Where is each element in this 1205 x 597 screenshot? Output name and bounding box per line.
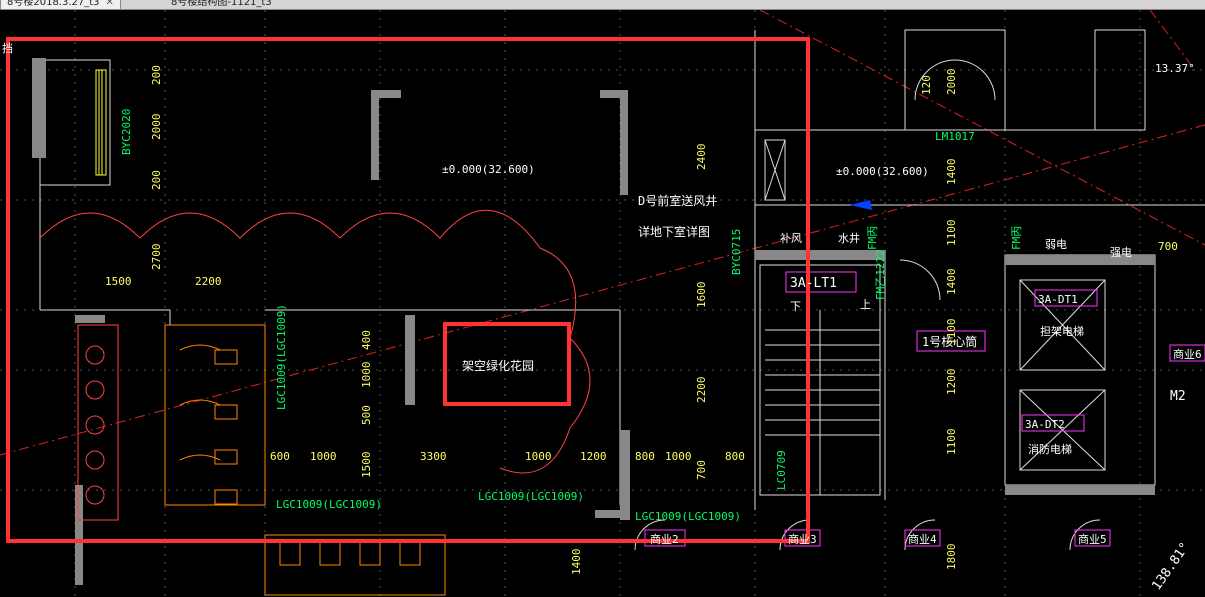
urinals	[77, 324, 119, 521]
dim-text: 800	[725, 450, 745, 463]
dim-text: 1100	[945, 319, 958, 346]
angle-label: 138.81°	[1149, 540, 1193, 593]
shop-label: 商业2	[650, 532, 679, 546]
door-tag: LM1017	[935, 130, 975, 143]
dim-text: 1000	[310, 450, 337, 463]
dim-text: 600	[270, 450, 290, 463]
room-label: 强电	[1110, 246, 1132, 259]
window-tag: LGC1009(LGC1009)	[276, 498, 382, 511]
close-icon[interactable]: ✕	[106, 0, 114, 8]
elevator-tag: 3A-DT1	[1038, 293, 1078, 306]
door-tag: M2	[1170, 389, 1186, 404]
dim-text: 1400	[570, 549, 583, 576]
dim-text: 1100	[945, 220, 958, 247]
dim-text: 400	[360, 330, 373, 350]
dim-text: 1600	[695, 282, 708, 309]
tab-label: 8号楼结构图-1121_t3	[171, 0, 272, 8]
elevator-tag: 3A-DT2	[1025, 418, 1065, 431]
tab-drawing-1[interactable]: 8号楼2018.3.27_t3 ✕	[0, 0, 121, 9]
dim-text: 700	[1158, 240, 1178, 253]
dim-text: 2200	[195, 275, 222, 288]
dim-text: 1000	[665, 450, 692, 463]
window-tag: BYC2020	[120, 109, 133, 155]
dim-text: 3300	[420, 450, 447, 463]
dimensions: 200 2000 200 2700 1500 2200 2400 1600 22…	[105, 65, 1178, 575]
dim-text: 2000	[945, 69, 958, 96]
elevation-label: ±0.000(32.600)	[836, 165, 929, 178]
dim-text: 2200	[695, 377, 708, 404]
tab-drawing-2[interactable]: 8号楼结构图-1121_t3	[165, 0, 278, 9]
room-label: 水井	[838, 231, 860, 245]
dim-text: 800	[635, 450, 655, 463]
dim-text: 1000	[525, 450, 552, 463]
angle-label: 13.37°	[1155, 62, 1195, 75]
garden-boundary	[39, 210, 591, 474]
window-tag: BYC0715	[730, 229, 743, 275]
dim-text: 1100	[945, 429, 958, 456]
dim-text: 500	[360, 405, 373, 425]
elevator-name: 担架电梯	[1040, 324, 1084, 338]
stair-tag: 3A-LT1	[790, 276, 837, 291]
fm-tag: FM丙	[866, 226, 879, 250]
note-label: D号前室送风井	[638, 193, 717, 208]
dim-text: 1200	[945, 369, 958, 396]
window-tag: LC0709	[775, 450, 788, 490]
shop-label: 商业4	[908, 532, 937, 546]
fixtures	[164, 324, 446, 596]
corner-label: 挡	[2, 41, 13, 55]
room-label: 弱电	[1045, 238, 1067, 251]
dim-text: 2400	[695, 144, 708, 171]
window-tag: LGC1009(LGC1009)	[478, 490, 584, 503]
cad-drawing-canvas[interactable]: 挡 ±0.000(32.600) ±0.000(32.600) D号前室送风井 …	[0, 10, 1205, 597]
fm-tag: FM丙	[1010, 226, 1023, 250]
tag-boxes	[644, 271, 1205, 547]
shop-label: 商业3	[788, 532, 817, 546]
window-tag: LGC1009(LGC1009)	[635, 510, 741, 523]
axis-lines	[0, 10, 1205, 456]
window-byc2020	[95, 69, 107, 176]
dim-text: 1000	[360, 362, 373, 389]
grid-lines	[0, 10, 1205, 597]
room-label: 补风	[780, 232, 802, 245]
shop-label: 商业5	[1078, 532, 1107, 546]
dim-text: 1400	[945, 269, 958, 296]
note-label: 详地下室详图	[638, 224, 710, 239]
tab-label: 8号楼2018.3.27_t3	[7, 0, 100, 8]
dim-text: 1200	[580, 450, 607, 463]
stair-up-label: 上	[860, 298, 871, 311]
dim-text: 200	[150, 170, 163, 190]
dim-text: 1400	[945, 159, 958, 186]
garden-label: 架空绿化花园	[462, 358, 534, 373]
shop-label: 商业6	[1173, 347, 1202, 361]
elevator-name: 消防电梯	[1028, 442, 1072, 456]
section-marker	[850, 200, 872, 210]
elevation-label: ±0.000(32.600)	[442, 163, 535, 176]
wall-blocks	[32, 58, 1155, 585]
dim-text: 200	[150, 65, 163, 85]
dim-text: 1500	[105, 275, 132, 288]
dim-text: 2700	[150, 244, 163, 271]
document-tab-bar: 8号楼2018.3.27_t3 ✕ 8号楼结构图-1121_t3	[0, 0, 1205, 10]
dim-text: 2000	[150, 114, 163, 141]
window-tag: LGC1009(LGC1009)	[275, 304, 288, 410]
stair-down-label: 下	[790, 300, 801, 313]
dim-text: 1800	[945, 544, 958, 571]
dim-text: 120	[920, 75, 933, 95]
dim-text: 700	[695, 460, 708, 480]
fm-tag: FM乙1222	[874, 249, 887, 300]
dim-text: 1500	[360, 452, 373, 479]
